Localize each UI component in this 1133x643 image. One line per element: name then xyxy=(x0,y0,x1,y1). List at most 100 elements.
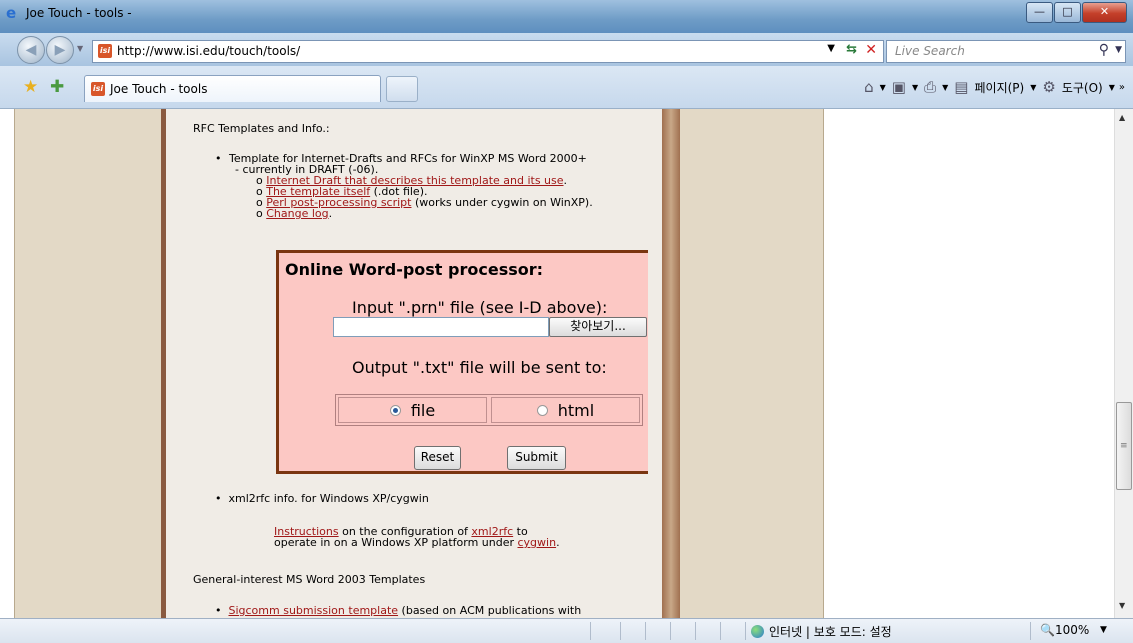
navigation-bar: ◀ ▶ ▼ isi http://www.isi.edu/touch/tools… xyxy=(0,33,1133,66)
status-separator xyxy=(695,622,696,640)
tab-bar: ★ ✚ isi Joe Touch - tools ⌂ ▼ ▣ ▼ ⎙ ▼ ▤ 페이지… xyxy=(0,66,1133,109)
new-tab-button[interactable] xyxy=(386,76,418,102)
browse-button[interactable]: 찾아보기... xyxy=(549,317,647,337)
section-rfc-heading: RFC Templates and Info.: xyxy=(193,122,330,135)
circle-bullet-icon: o xyxy=(256,207,267,220)
page-icon[interactable]: ▤ xyxy=(954,78,968,96)
add-favorite-icon[interactable]: ✚ xyxy=(50,77,64,97)
option-file[interactable]: file xyxy=(338,397,487,423)
status-separator xyxy=(745,622,746,640)
submit-button[interactable]: Submit xyxy=(507,446,566,470)
feeds-dropdown-icon[interactable]: ▼ xyxy=(912,83,918,92)
chevron-more-icon[interactable]: » xyxy=(1119,82,1125,93)
scroll-thumb[interactable]: ≡ xyxy=(1116,402,1132,490)
site-favicon-icon: isi xyxy=(98,44,112,58)
tools-menu[interactable]: 도구(O) xyxy=(1062,79,1103,96)
form-title: Online Word-post processor: xyxy=(285,260,544,279)
right-border-bar xyxy=(662,109,680,618)
tab-favicon-icon: isi xyxy=(91,82,105,96)
ie-logo-icon: e xyxy=(6,4,17,22)
print-dropdown-icon[interactable]: ▼ xyxy=(942,83,948,92)
globe-icon xyxy=(751,625,764,638)
favorites-star-icon[interactable]: ★ xyxy=(23,77,38,97)
instr-tail: . xyxy=(556,536,560,549)
status-bar: 인터넷 | 보호 모드: 설정 🔍100% ▼ xyxy=(0,618,1133,643)
sub3-tail: (works under cygwin on WinXP). xyxy=(411,196,593,209)
page-viewport: RFC Templates and Info.: • Template for … xyxy=(0,109,1114,618)
option-html-label: html xyxy=(557,400,595,420)
instr-line2: operate in on a Windows XP platform unde… xyxy=(274,536,518,549)
status-separator xyxy=(670,622,671,640)
status-separator xyxy=(645,622,646,640)
input-file-label: Input ".prn" file (see I-D above): xyxy=(352,298,608,317)
option-file-label: file xyxy=(410,400,436,420)
sub4-tail: . xyxy=(328,207,333,220)
sigcomm-template-link[interactable]: Sigcomm submission template xyxy=(228,604,398,617)
tools-gear-icon[interactable]: ⚙ xyxy=(1042,78,1055,96)
refresh-icon[interactable]: ⇆ xyxy=(846,42,857,57)
address-bar[interactable]: isi http://www.isi.edu/touch/tools/ ▼ ⇆ … xyxy=(92,40,884,63)
command-bar: ⌂ ▼ ▣ ▼ ⎙ ▼ ▤ 페이지(P) ▼ ⚙ 도구(O) ▼ » xyxy=(858,78,1125,96)
home-icon[interactable]: ⌂ xyxy=(864,78,874,96)
reset-button[interactable]: Reset xyxy=(414,446,461,470)
status-separator xyxy=(590,622,591,640)
zoom-text: 100% xyxy=(1054,623,1090,637)
title-bar: e Joe Touch - tools - — □ ✕ xyxy=(0,0,1133,33)
search-dropdown-icon[interactable]: ▼ xyxy=(1115,45,1122,55)
url-text[interactable]: http://www.isi.edu/touch/tools/ xyxy=(117,44,300,58)
instructions-line2: operate in on a Windows XP platform unde… xyxy=(274,537,560,548)
zoom-dropdown-icon[interactable]: ▼ xyxy=(1100,625,1107,635)
scroll-down-icon[interactable]: ▼ xyxy=(1119,601,1125,610)
radio-file[interactable] xyxy=(389,404,401,416)
stop-icon[interactable]: ✕ xyxy=(865,42,877,58)
security-zone[interactable]: 인터넷 | 보호 모드: 설정 xyxy=(751,623,892,640)
bullet-icon: • xyxy=(215,604,229,617)
back-button[interactable]: ◀ xyxy=(17,36,45,64)
minimize-button[interactable]: — xyxy=(1026,2,1053,23)
history-dropdown-icon[interactable]: ▼ xyxy=(77,44,83,53)
search-box[interactable]: Live Search ⚲ ▼ xyxy=(886,40,1126,63)
zone-text: 인터넷 | 보호 모드: 설정 xyxy=(769,625,892,639)
vertical-scrollbar[interactable]: ▲ ≡ ▼ xyxy=(1114,109,1133,618)
home-dropdown-icon[interactable]: ▼ xyxy=(880,83,886,92)
scroll-up-icon[interactable]: ▲ xyxy=(1119,113,1125,122)
tab-label: Joe Touch - tools xyxy=(110,82,208,96)
sub1-tail: . xyxy=(563,174,568,187)
tools-dropdown-icon[interactable]: ▼ xyxy=(1109,83,1115,92)
radio-html[interactable] xyxy=(536,404,548,416)
list-item-sigcomm: • Sigcomm submission template (based on … xyxy=(215,605,581,616)
bullet2-text: xml2rfc info. for Windows XP/cygwin xyxy=(228,492,429,505)
left-margin-column xyxy=(14,109,162,618)
feeds-icon[interactable]: ▣ xyxy=(892,78,906,96)
maximize-button[interactable]: □ xyxy=(1054,2,1081,23)
status-separator xyxy=(1030,622,1031,640)
bullet3-tail: (based on ACM publications with xyxy=(398,604,582,617)
window-title: Joe Touch - tools - xyxy=(26,6,132,20)
cygwin-link[interactable]: cygwin xyxy=(518,536,557,549)
zoom-level[interactable]: 🔍100% xyxy=(1040,623,1089,637)
option-html[interactable]: html xyxy=(491,397,640,423)
change-log-link[interactable]: Change log xyxy=(266,207,328,220)
address-dropdown-icon[interactable]: ▼ xyxy=(827,43,835,54)
file-path-input[interactable] xyxy=(333,317,549,337)
output-options: file html xyxy=(335,394,643,426)
output-file-label: Output ".txt" file will be sent to: xyxy=(352,358,607,377)
status-separator xyxy=(720,622,721,640)
bullet-icon: • xyxy=(215,152,222,165)
forward-button[interactable]: ▶ xyxy=(46,36,74,64)
search-icon[interactable]: ⚲ xyxy=(1099,42,1109,58)
list-item-xml2rfc: • xml2rfc info. for Windows XP/cygwin xyxy=(215,493,429,504)
search-placeholder[interactable]: Live Search xyxy=(895,44,965,58)
print-icon[interactable]: ⎙ xyxy=(924,78,936,96)
page-dropdown-icon[interactable]: ▼ xyxy=(1030,83,1036,92)
right-margin-column xyxy=(680,109,824,618)
section-word-heading: General-interest MS Word 2003 Templates xyxy=(193,573,426,586)
tab-joe-touch-tools[interactable]: isi Joe Touch - tools xyxy=(84,75,381,102)
status-separator xyxy=(620,622,621,640)
page-menu[interactable]: 페이지(P) xyxy=(974,79,1024,96)
window-controls: — □ ✕ xyxy=(1025,2,1127,23)
close-button[interactable]: ✕ xyxy=(1082,2,1127,23)
grip-icon: ≡ xyxy=(1120,441,1128,451)
bullet-icon: • xyxy=(215,492,229,505)
word-post-processor-form: Online Word-post processor: Input ".prn"… xyxy=(276,250,648,474)
